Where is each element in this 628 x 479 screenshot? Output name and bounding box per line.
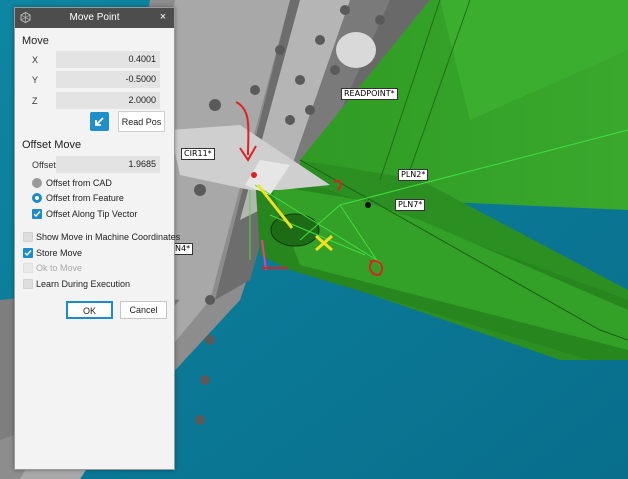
- learn-during-execution-label: Learn During Execution: [36, 279, 131, 289]
- offset-along-tip-label: Offset Along Tip Vector: [46, 209, 138, 219]
- y-field[interactable]: -0.5000: [56, 71, 160, 88]
- move-section-title: Move: [22, 35, 49, 47]
- read-pos-icon[interactable]: [90, 112, 109, 131]
- offset-along-tip-checkbox[interactable]: [32, 209, 42, 219]
- offset-from-cad-radio[interactable]: [32, 178, 42, 188]
- read-pos-button[interactable]: Read Pos: [118, 111, 165, 132]
- ok-to-move-label: Ok to Move: [36, 263, 83, 273]
- store-move-checkbox[interactable]: [23, 248, 33, 258]
- offset-from-cad-label: Offset from CAD: [46, 178, 112, 188]
- ok-to-move-checkbox: [23, 263, 33, 273]
- pln7-label[interactable]: PLN7*: [395, 199, 426, 211]
- x-label: X: [32, 55, 39, 65]
- x-field[interactable]: 0.4001: [56, 51, 160, 68]
- cir11-label[interactable]: CIR11*: [181, 148, 215, 160]
- z-field[interactable]: 2.0000: [56, 92, 160, 109]
- move-point-dialog: Move Point × Move X 0.4001 Y -0.5000 Z 2…: [14, 7, 180, 470]
- offset-label: Offset: [32, 160, 56, 170]
- dialog-titlebar[interactable]: Move Point ×: [15, 8, 174, 28]
- y-label: Y: [32, 75, 39, 85]
- offset-move-section-title: Offset Move: [22, 139, 82, 151]
- readpoint-label[interactable]: READPOINT*: [341, 88, 398, 100]
- pln4-label[interactable]: N4*: [172, 243, 194, 255]
- close-icon[interactable]: ×: [156, 10, 170, 25]
- z-label: Z: [32, 96, 38, 106]
- cancel-button[interactable]: Cancel: [120, 301, 167, 319]
- dialog-title: Move Point: [69, 12, 120, 23]
- show-move-machine-checkbox[interactable]: [23, 232, 33, 242]
- offset-from-feature-radio[interactable]: [32, 193, 42, 203]
- learn-during-execution-checkbox[interactable]: [23, 279, 33, 289]
- store-move-label: Store Move: [36, 248, 83, 258]
- show-move-machine-label: Show Move in Machine Coordinates: [36, 232, 181, 242]
- offset-field[interactable]: 1.9685: [56, 156, 160, 173]
- pln2-label[interactable]: PLN2*: [398, 169, 429, 181]
- offset-from-feature-label: Offset from Feature: [46, 193, 124, 203]
- ok-button[interactable]: OK: [66, 301, 113, 319]
